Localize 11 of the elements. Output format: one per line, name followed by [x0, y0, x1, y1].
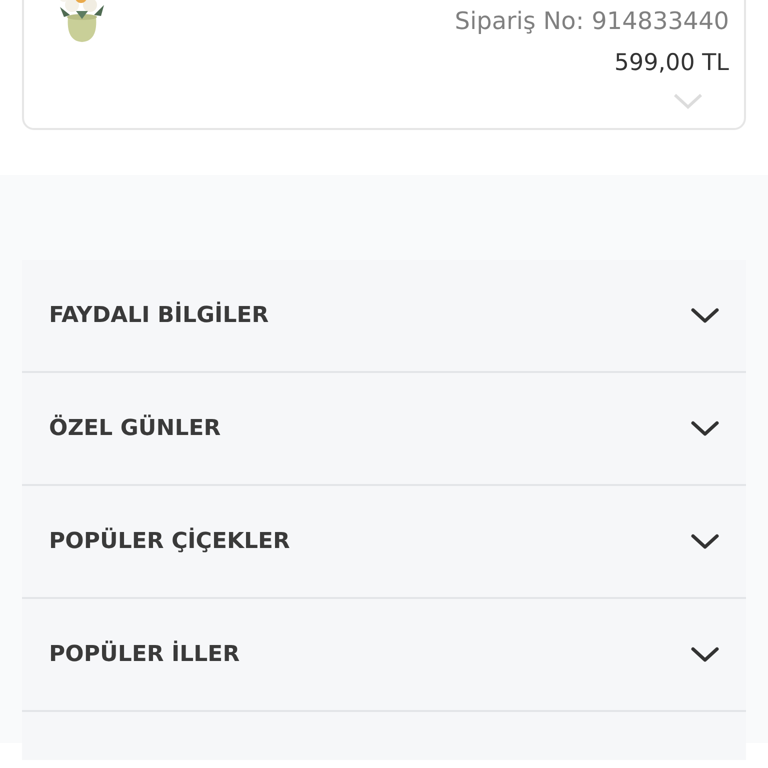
accordion-header[interactable]: POPÜLER ÇİÇEKLER	[22, 486, 746, 599]
order-price: 599,00 TL	[614, 49, 729, 78]
accordion-header[interactable]: POPÜLER İLLER	[22, 599, 746, 712]
chevron-down-icon[interactable]	[690, 644, 720, 664]
chevron-down-icon[interactable]	[690, 306, 720, 326]
chevron-down-icon[interactable]	[690, 532, 720, 552]
order-card[interactable]: Sipariş No: 914833440 599,00 TL	[22, 0, 746, 130]
accordion-header[interactable]: ÖZEL GÜNLER	[22, 373, 746, 486]
order-number: Sipariş No: 914833440	[454, 6, 729, 37]
accordion-header[interactable]: FAYDALI BİLGİLER	[22, 260, 746, 373]
chevron-down-icon[interactable]	[690, 418, 720, 438]
